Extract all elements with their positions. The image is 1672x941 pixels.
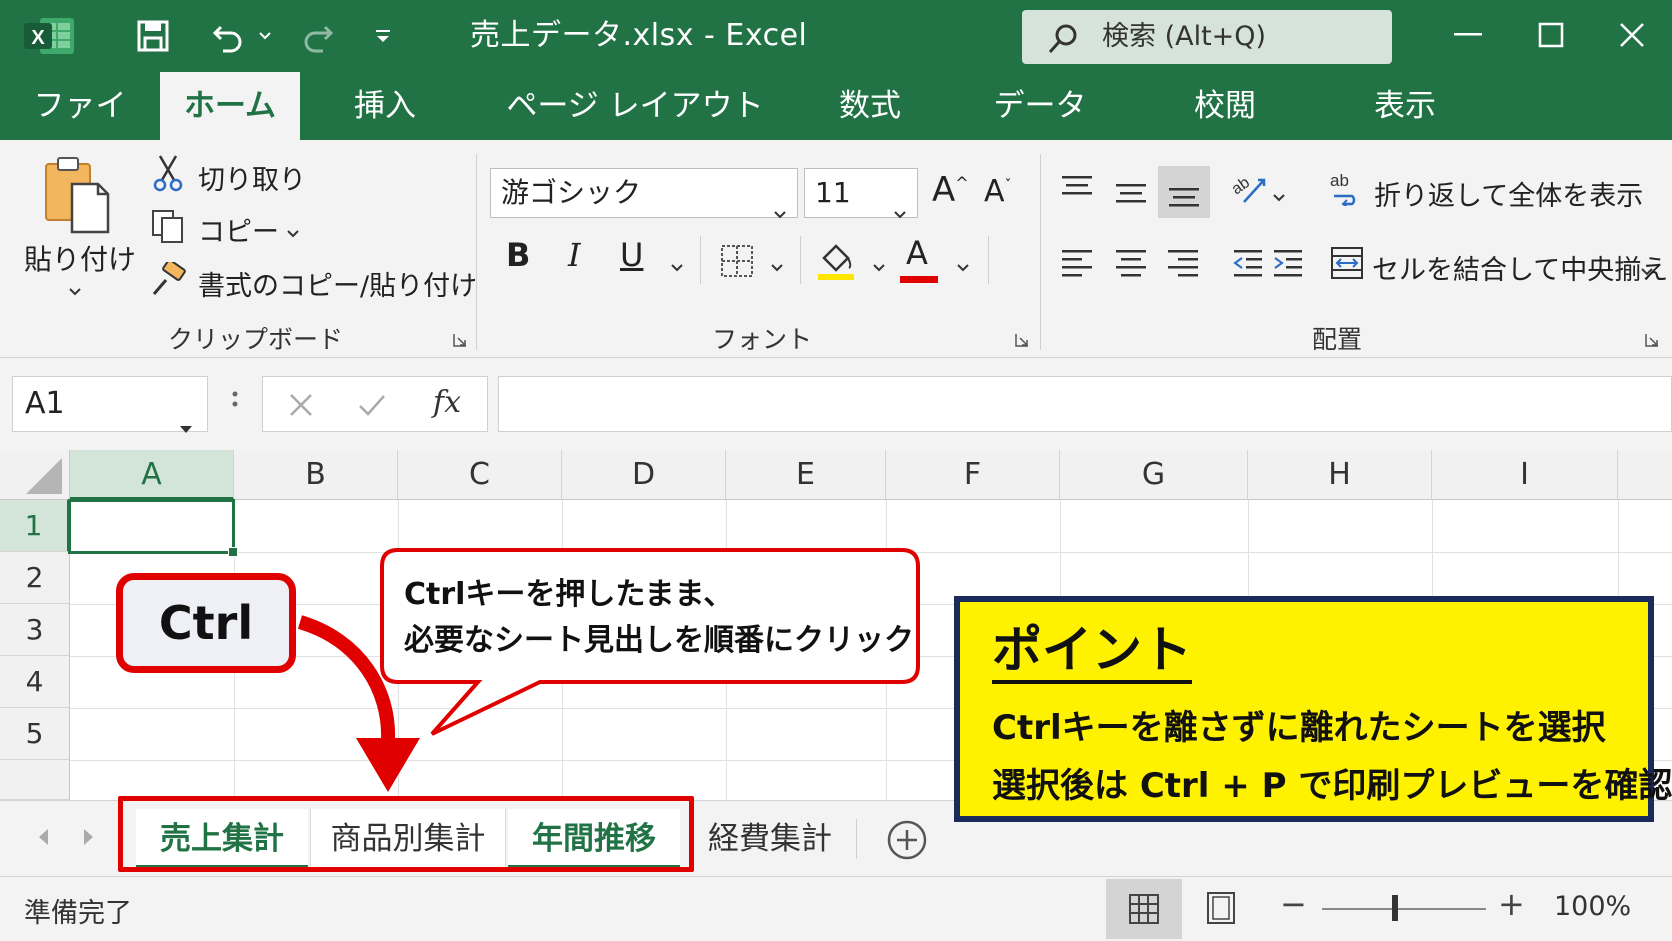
speech-bubble-text: Ctrlキーを押したまま、 必要なシート見出しを順番にクリック (404, 572, 924, 664)
ctrl-arrow (297, 615, 396, 741)
ctrl-arrow-head (356, 738, 420, 792)
bubble-line-2: 必要なシート見出しを順番にクリック (404, 623, 914, 658)
point-line-1: Ctrlキーを離さずに離れたシートを選択 (992, 708, 1606, 748)
point-note-box: ポイント Ctrlキーを離さずに離れたシートを選択 選択後は Ctrl + P … (954, 596, 1672, 822)
point-title: ポイント (992, 620, 1192, 684)
ctrl-key-badge: Ctrl (116, 573, 296, 673)
point-line-2: 選択後は Ctrl + P で印刷プレビューを確認 (992, 766, 1672, 806)
bubble-line-1: Ctrlキーを押したまま、 (404, 577, 734, 612)
